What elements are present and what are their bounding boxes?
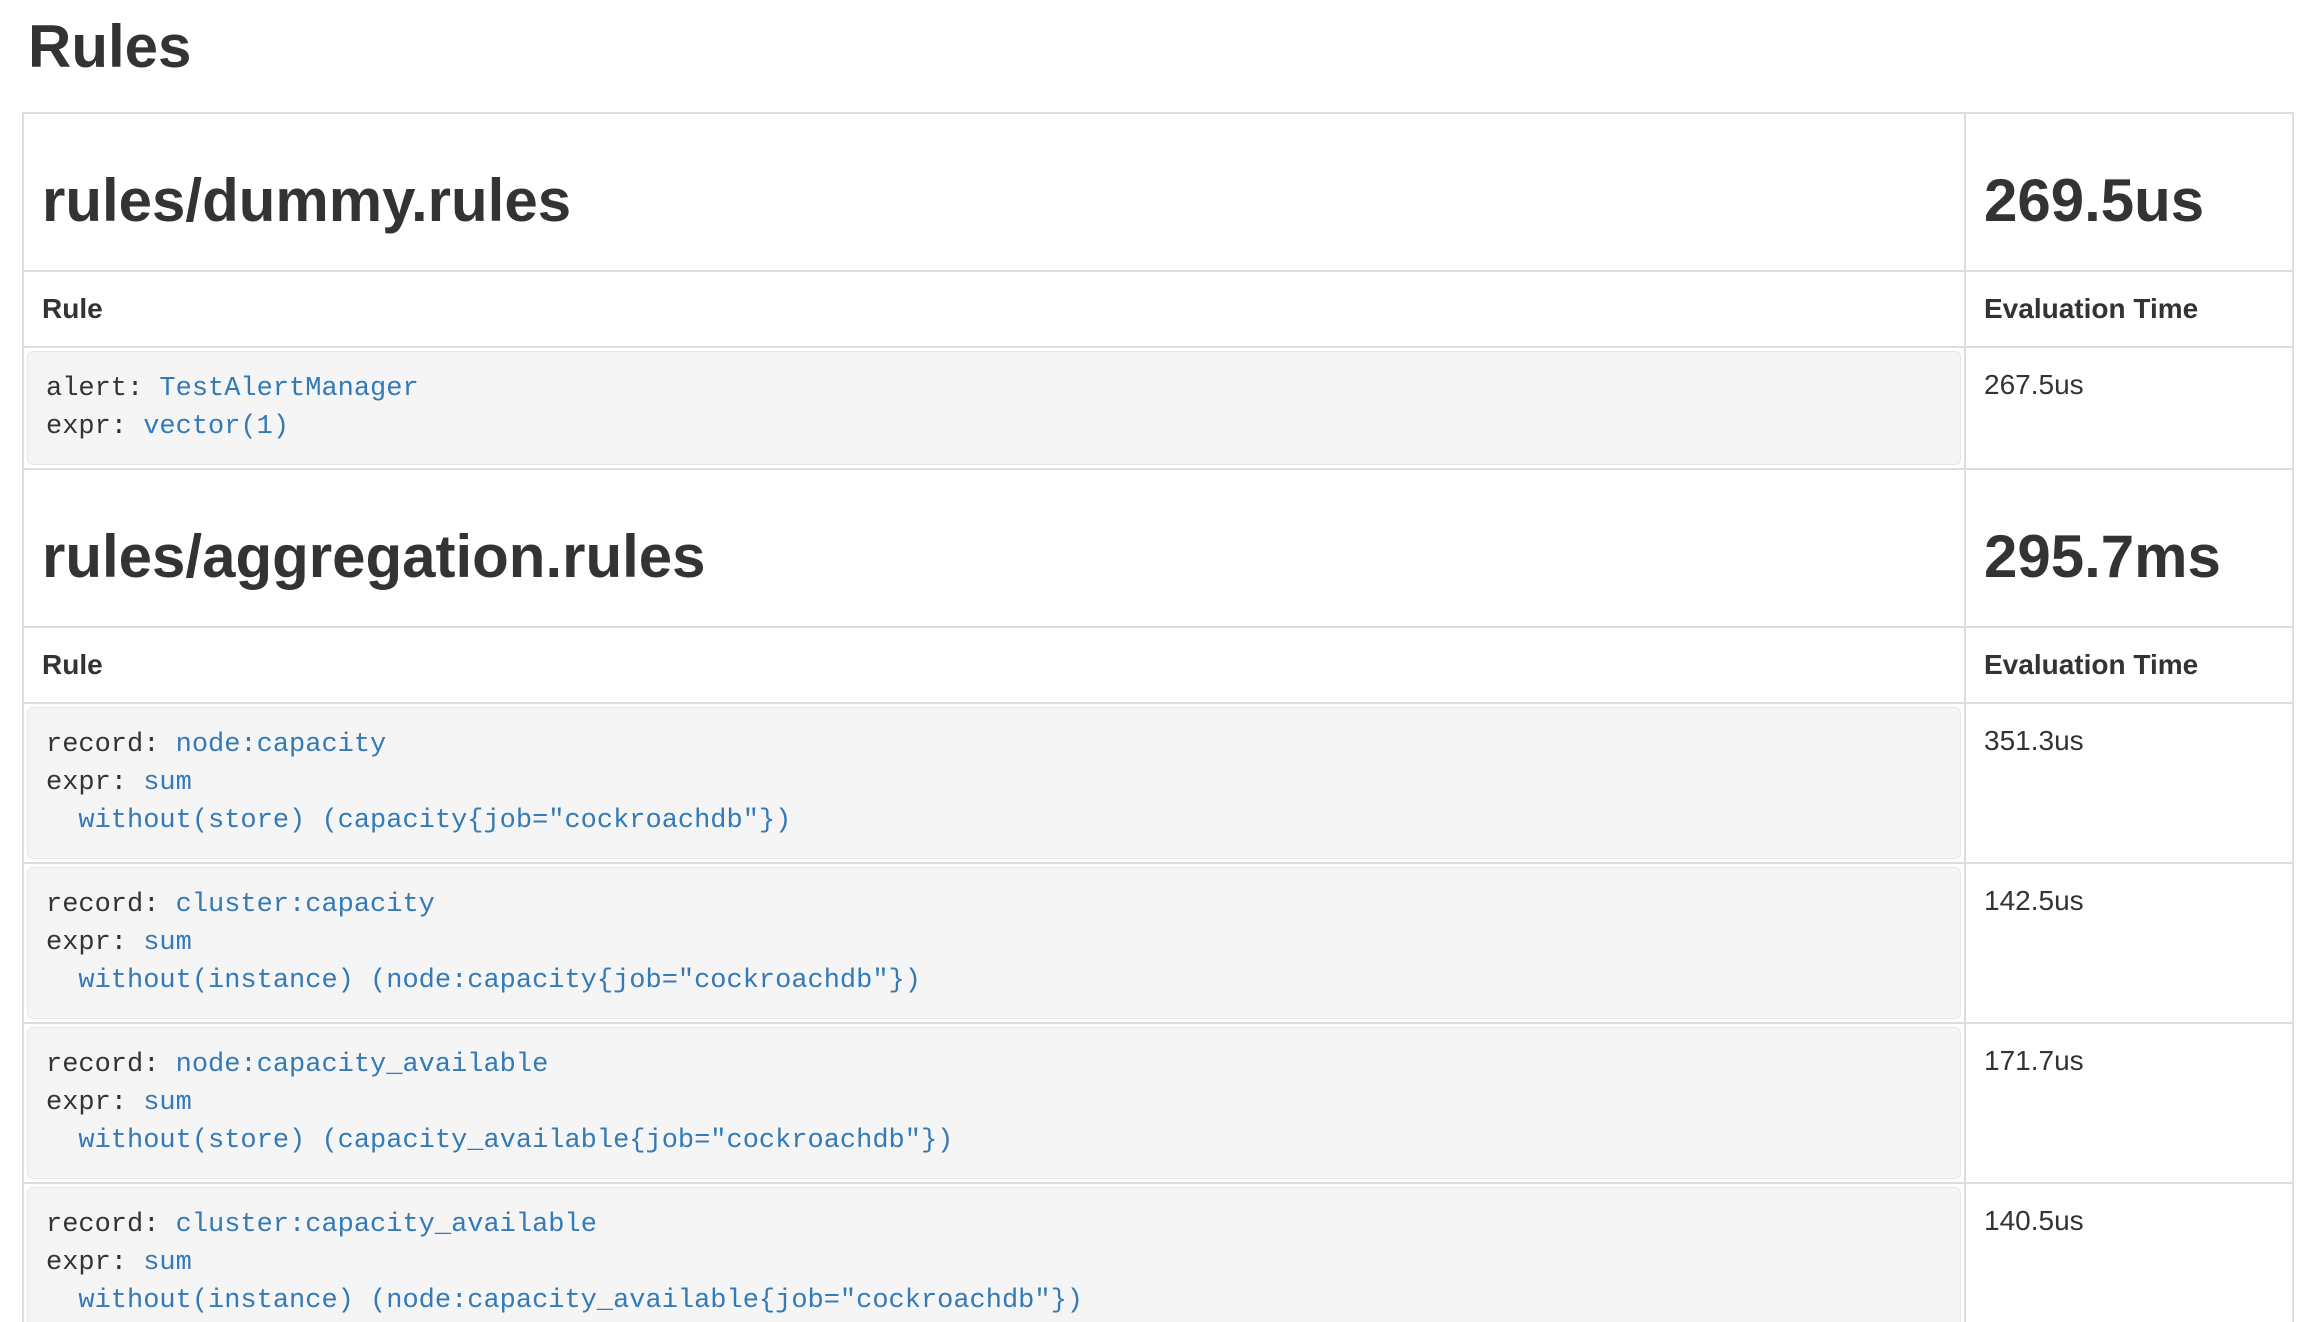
evaluation-time-value: 351.3us bbox=[1965, 703, 2293, 863]
rule-cell: record: cluster:capacity expr: sum witho… bbox=[23, 863, 1965, 1023]
rule-cell: alert: TestAlertManager expr: vector(1) bbox=[23, 347, 1965, 469]
rule-expression-link[interactable]: sum bbox=[143, 768, 192, 798]
group-file-name: rules/aggregation.rules bbox=[42, 524, 1946, 590]
rule-group-total-cell: 269.5us bbox=[1965, 113, 2293, 271]
column-header-row: RuleEvaluation Time bbox=[23, 271, 2293, 347]
rules-table: rules/dummy.rules269.5usRuleEvaluation T… bbox=[22, 112, 2294, 1322]
rule-keyword: record: bbox=[46, 730, 159, 760]
rule-expression-link[interactable]: without(store) (capacity{job="cockroachd… bbox=[46, 806, 791, 836]
rule-keyword: expr: bbox=[46, 768, 127, 798]
rule-group-header-row: rules/aggregation.rules 295.7ms bbox=[23, 469, 2293, 627]
rule-definition: record: cluster:capacity expr: sum witho… bbox=[27, 867, 1961, 1019]
rule-column-header: Rule bbox=[23, 271, 1965, 347]
rule-keyword: expr: bbox=[46, 1088, 127, 1118]
rule-keyword: record: bbox=[46, 1210, 159, 1240]
group-evaluation-total: 269.5us bbox=[1984, 168, 2274, 234]
rule-row: record: cluster:capacity_available expr:… bbox=[23, 1183, 2293, 1322]
rule-group-total-cell: 295.7ms bbox=[1965, 469, 2293, 627]
rule-expression-link[interactable]: cluster:capacity_available bbox=[176, 1210, 597, 1240]
evaluation-time-column-header: Evaluation Time bbox=[1965, 627, 2293, 703]
group-evaluation-total: 295.7ms bbox=[1984, 524, 2274, 590]
rule-column-header: Rule bbox=[23, 627, 1965, 703]
rule-expression-link[interactable]: node:capacity_available bbox=[176, 1050, 549, 1080]
rule-group-header-row: rules/dummy.rules 269.5us bbox=[23, 113, 2293, 271]
rule-keyword: expr: bbox=[46, 1248, 127, 1278]
rule-expression-link[interactable]: vector(1) bbox=[143, 412, 289, 442]
group-file-name: rules/dummy.rules bbox=[42, 168, 1946, 234]
rule-expression-link[interactable]: cluster:capacity bbox=[176, 890, 435, 920]
rule-row: record: node:capacity expr: sum without(… bbox=[23, 703, 2293, 863]
rule-keyword: record: bbox=[46, 1050, 159, 1080]
column-header-row: RuleEvaluation Time bbox=[23, 627, 2293, 703]
rule-keyword: record: bbox=[46, 890, 159, 920]
rule-cell: record: node:capacity expr: sum without(… bbox=[23, 703, 1965, 863]
rules-table-body: rules/dummy.rules269.5usRuleEvaluation T… bbox=[23, 113, 2293, 1322]
rule-expression-link[interactable]: TestAlertManager bbox=[159, 374, 418, 404]
rule-cell: record: cluster:capacity_available expr:… bbox=[23, 1183, 1965, 1322]
rule-row: record: node:capacity_available expr: su… bbox=[23, 1023, 2293, 1183]
rule-row: record: cluster:capacity expr: sum witho… bbox=[23, 863, 2293, 1023]
rule-definition: alert: TestAlertManager expr: vector(1) bbox=[27, 351, 1961, 465]
rule-row: alert: TestAlertManager expr: vector(1)2… bbox=[23, 347, 2293, 469]
rule-group-file-cell: rules/aggregation.rules bbox=[23, 469, 1965, 627]
rule-cell: record: node:capacity_available expr: su… bbox=[23, 1023, 1965, 1183]
rule-expression-link[interactable]: without(instance) (node:capacity{job="co… bbox=[46, 966, 921, 996]
page-title: Rules bbox=[28, 14, 2294, 80]
rule-keyword: alert: bbox=[46, 374, 143, 404]
rule-expression-link[interactable]: sum bbox=[143, 1248, 192, 1278]
rule-definition: record: node:capacity_available expr: su… bbox=[27, 1027, 1961, 1179]
rule-definition: record: cluster:capacity_available expr:… bbox=[27, 1187, 1961, 1322]
rule-expression-link[interactable]: sum bbox=[143, 1088, 192, 1118]
rule-keyword: expr: bbox=[46, 928, 127, 958]
rule-expression-link[interactable]: without(instance) (node:capacity_availab… bbox=[46, 1286, 1083, 1316]
rule-group-file-cell: rules/dummy.rules bbox=[23, 113, 1965, 271]
rule-expression-link[interactable]: sum bbox=[143, 928, 192, 958]
rule-keyword: expr: bbox=[46, 412, 127, 442]
evaluation-time-column-header: Evaluation Time bbox=[1965, 271, 2293, 347]
rule-expression-link[interactable]: without(store) (capacity_available{job="… bbox=[46, 1126, 953, 1156]
evaluation-time-value: 171.7us bbox=[1965, 1023, 2293, 1183]
rule-definition: record: node:capacity expr: sum without(… bbox=[27, 707, 1961, 859]
evaluation-time-value: 140.5us bbox=[1965, 1183, 2293, 1322]
evaluation-time-value: 267.5us bbox=[1965, 347, 2293, 469]
rule-expression-link[interactable]: node:capacity bbox=[176, 730, 387, 760]
evaluation-time-value: 142.5us bbox=[1965, 863, 2293, 1023]
